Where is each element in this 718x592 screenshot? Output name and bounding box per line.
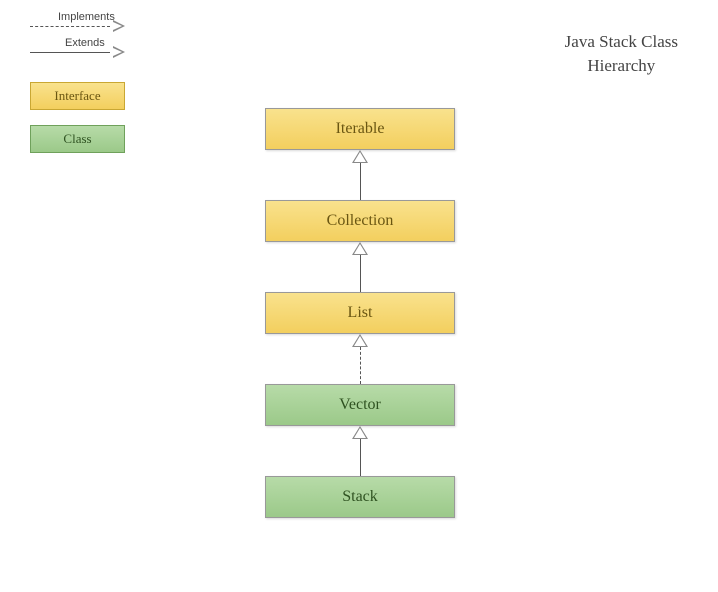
solid-line-icon xyxy=(30,52,110,53)
node-label: List xyxy=(348,304,373,322)
connector-implements xyxy=(350,334,370,384)
legend-interface-box: Interface xyxy=(30,82,125,110)
up-arrowhead-icon xyxy=(352,150,368,163)
node-label: Stack xyxy=(342,488,378,506)
legend: Implements Extends Interface Class xyxy=(30,20,125,168)
node-iterable: Iterable xyxy=(265,108,455,150)
legend-implements-label: Implements xyxy=(58,11,115,23)
node-label: Vector xyxy=(339,396,381,414)
node-list: List xyxy=(265,292,455,334)
node-label: Iterable xyxy=(336,120,385,138)
up-arrowhead-icon xyxy=(352,426,368,439)
title-line2: Hierarchy xyxy=(587,56,655,75)
solid-vline-icon xyxy=(360,163,361,200)
up-arrowhead-icon xyxy=(352,334,368,347)
legend-extends-arrow: Extends xyxy=(30,46,125,58)
legend-interface-label: Interface xyxy=(54,88,100,104)
dashed-vline-icon xyxy=(360,347,361,384)
open-arrowhead-icon xyxy=(113,20,125,32)
node-label: Collection xyxy=(327,212,394,230)
hierarchy-diagram: Iterable Collection List Vector Stack xyxy=(265,108,455,518)
open-arrowhead-icon xyxy=(113,46,125,58)
up-arrowhead-icon xyxy=(352,242,368,255)
legend-class-box: Class xyxy=(30,125,125,153)
node-stack: Stack xyxy=(265,476,455,518)
title-line1: Java Stack Class xyxy=(565,32,678,51)
connector-extends xyxy=(350,150,370,200)
dashed-line-icon xyxy=(30,26,110,27)
legend-class-label: Class xyxy=(63,131,91,147)
connector-extends xyxy=(350,426,370,476)
diagram-title: Java Stack Class Hierarchy xyxy=(565,30,678,78)
solid-vline-icon xyxy=(360,439,361,476)
legend-implements-arrow: Implements xyxy=(30,20,125,32)
solid-vline-icon xyxy=(360,255,361,292)
node-vector: Vector xyxy=(265,384,455,426)
node-collection: Collection xyxy=(265,200,455,242)
legend-extends-label: Extends xyxy=(65,37,105,49)
connector-extends xyxy=(350,242,370,292)
